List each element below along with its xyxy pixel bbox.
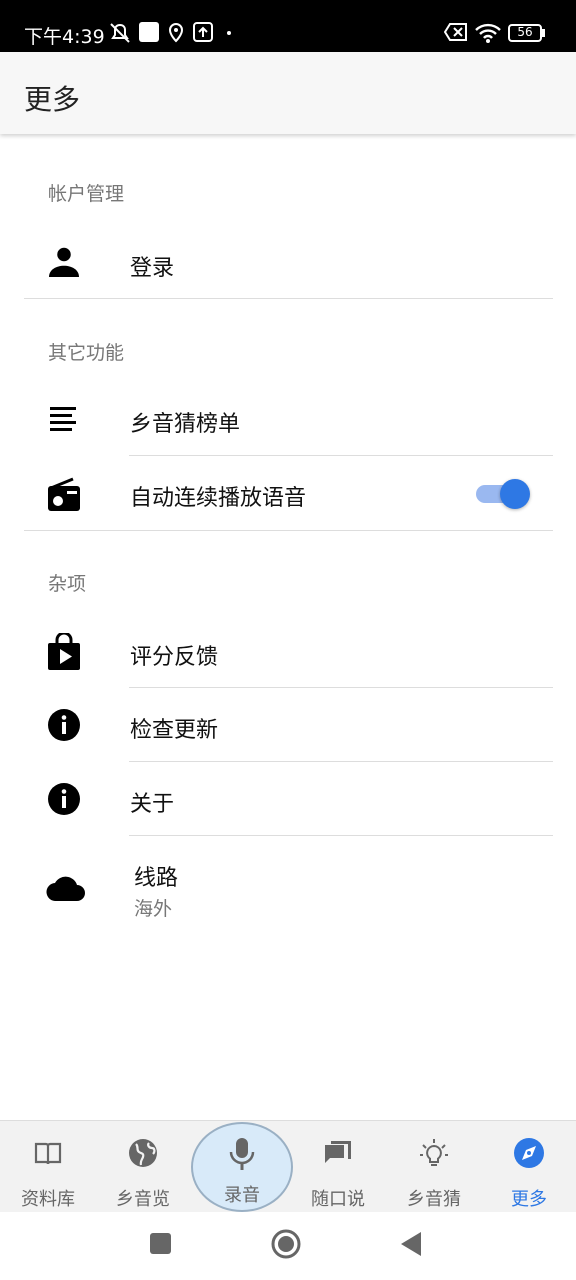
upload-icon xyxy=(193,22,213,42)
route-value: 海外 xyxy=(134,898,173,920)
login-item[interactable]: 登录 xyxy=(0,226,576,298)
system-navigation-bar xyxy=(0,1212,576,1280)
nav-label: 随口说 xyxy=(311,1189,365,1210)
nav-tab-more[interactable]: 更多 xyxy=(481,1121,576,1213)
page-title: 更多 xyxy=(24,83,81,116)
recent-apps-button[interactable] xyxy=(150,1233,171,1254)
location-icon xyxy=(168,22,184,43)
status-time: 下午4:39 xyxy=(24,26,105,48)
divider xyxy=(24,298,553,299)
wifi-icon xyxy=(475,23,501,43)
section-label-account: 帐户管理 xyxy=(48,183,125,205)
info-icon xyxy=(48,783,80,815)
battery-tip xyxy=(542,29,545,37)
dot-icon xyxy=(227,31,231,35)
microphone-icon xyxy=(229,1138,255,1170)
autoplay-item[interactable]: 自动连续播放语音 xyxy=(0,456,576,530)
toggle-thumb xyxy=(500,479,530,509)
globe-icon xyxy=(129,1139,157,1167)
login-label: 登录 xyxy=(130,256,175,281)
battery-icon: 56 xyxy=(508,24,542,42)
about-label: 关于 xyxy=(130,792,175,817)
home-button[interactable] xyxy=(270,1228,302,1260)
autoplay-toggle[interactable] xyxy=(476,478,530,509)
list-icon xyxy=(50,407,76,431)
record-button[interactable]: 录音 xyxy=(191,1122,293,1212)
section-label-other: 其它功能 xyxy=(48,342,125,364)
radio-icon xyxy=(48,477,80,511)
play-store-icon xyxy=(48,633,80,670)
no-sim-icon xyxy=(444,23,467,41)
person-icon xyxy=(49,247,79,277)
rate-feedback-item[interactable]: 评分反馈 xyxy=(0,615,576,687)
battery-level: 56 xyxy=(517,25,533,39)
chat-icon xyxy=(325,1141,351,1163)
route-item[interactable]: 线路 海外 xyxy=(0,836,576,936)
info-icon xyxy=(48,709,80,741)
rate-feedback-label: 评分反馈 xyxy=(130,645,219,670)
app-bar: 更多 xyxy=(0,52,576,134)
back-button[interactable] xyxy=(400,1231,422,1257)
square-icon xyxy=(139,22,159,42)
book-icon xyxy=(34,1142,62,1165)
lightbulb-icon xyxy=(420,1139,448,1166)
nav-tab-chat[interactable]: 随口说 xyxy=(290,1121,386,1213)
nav-tab-library[interactable]: 资料库 xyxy=(0,1121,96,1213)
nav-label: 录音 xyxy=(224,1185,260,1206)
nav-label: 乡音猜 xyxy=(407,1189,461,1210)
section-label-misc: 杂项 xyxy=(48,573,87,595)
about-item[interactable]: 关于 xyxy=(0,762,576,835)
compass-icon xyxy=(514,1138,544,1168)
nav-tab-guess[interactable]: 乡音猜 xyxy=(386,1121,482,1213)
check-update-label: 检查更新 xyxy=(130,718,219,743)
mute-icon xyxy=(110,23,130,43)
status-bar: 下午4:39 56 xyxy=(0,0,576,52)
leaderboard-item[interactable]: 乡音猜榜单 xyxy=(0,384,576,456)
autoplay-label: 自动连续播放语音 xyxy=(130,486,307,511)
nav-tab-browse[interactable]: 乡音览 xyxy=(95,1121,191,1213)
cloud-icon xyxy=(46,876,85,902)
nav-label: 资料库 xyxy=(21,1189,75,1210)
nav-label: 乡音览 xyxy=(116,1189,170,1210)
nav-label: 更多 xyxy=(511,1189,547,1210)
route-label: 线路 xyxy=(134,866,179,891)
check-update-item[interactable]: 检查更新 xyxy=(0,688,576,761)
divider xyxy=(24,530,553,531)
leaderboard-label: 乡音猜榜单 xyxy=(130,412,241,437)
